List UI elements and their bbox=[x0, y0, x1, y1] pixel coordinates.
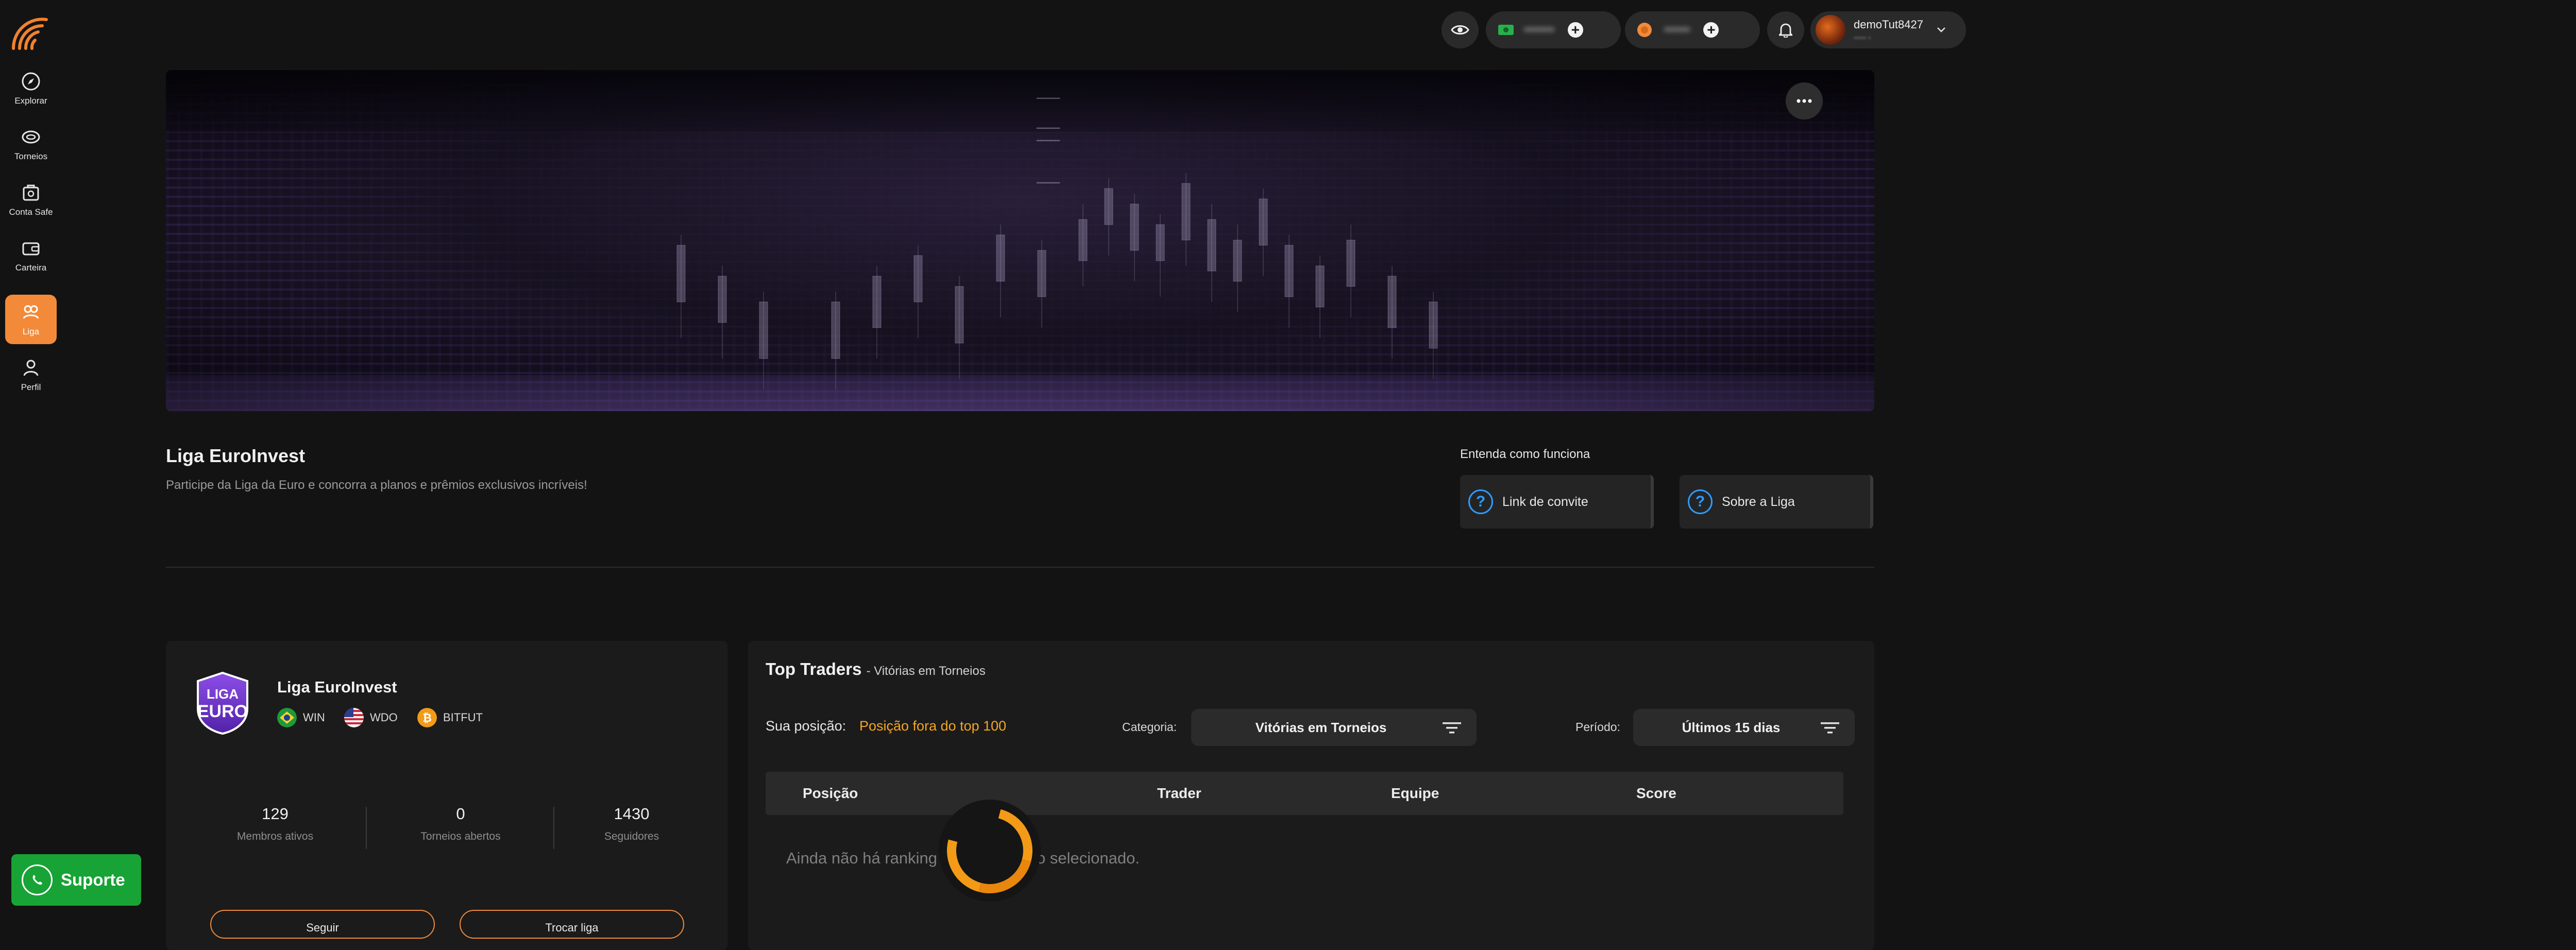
support-label: Suporte bbox=[61, 870, 125, 889]
username: demoTut8427 bbox=[1854, 18, 1923, 31]
invite-link-label: Link de convite bbox=[1502, 494, 1588, 509]
league-logo: LIGA EURO bbox=[197, 671, 248, 735]
section-divider bbox=[166, 567, 1874, 568]
stat-tournaments-value: 0 bbox=[456, 805, 465, 823]
bell-icon bbox=[1779, 23, 1792, 38]
nav-item-perfil[interactable]: Perfil bbox=[5, 350, 57, 400]
league-card-name: Liga EuroInvest bbox=[277, 678, 397, 696]
visibility-toggle-button[interactable] bbox=[1442, 11, 1479, 48]
chevron-down-icon bbox=[1937, 27, 1945, 32]
cash-icon bbox=[1498, 25, 1514, 35]
your-position-value: Posição fora do top 100 bbox=[859, 718, 1007, 734]
stat-followers-value: 1430 bbox=[614, 805, 650, 823]
stat-members-label: Membros ativos bbox=[236, 830, 314, 842]
nav-item-explorar[interactable]: Explorar bbox=[5, 64, 57, 113]
asset-label: BITFUT bbox=[443, 711, 483, 724]
stat-divider bbox=[366, 807, 367, 849]
user-menu[interactable]: demoTut8427 ••••• • bbox=[1810, 11, 1966, 48]
category-label: Categoria: bbox=[1122, 720, 1177, 734]
league-logo-top: LIGA bbox=[207, 686, 239, 702]
nav-label: Carteira bbox=[15, 263, 47, 273]
nav-label: Perfil bbox=[21, 382, 41, 392]
usa-flag-icon bbox=[344, 708, 364, 727]
ranking-table-header bbox=[766, 772, 1843, 815]
about-league-button[interactable]: ? Sobre a Liga bbox=[1680, 475, 1873, 529]
support-button[interactable]: Suporte bbox=[11, 854, 141, 906]
period-value: Últimos 15 dias bbox=[1682, 719, 1781, 735]
asset-label: WIN bbox=[303, 711, 325, 724]
page-title: Liga EuroInvest bbox=[166, 445, 306, 466]
coin-icon bbox=[1637, 23, 1652, 37]
league-banner: ━━━━━━━━━━━━━━━━━━━━ bbox=[166, 70, 1874, 411]
column-header-position[interactable]: Posição bbox=[803, 785, 858, 802]
asset-label: WDO bbox=[370, 711, 398, 724]
bitcoin-icon: ₿ bbox=[417, 708, 437, 727]
page-subtitle: Participe da Liga da Euro e concorra a p… bbox=[166, 478, 587, 492]
change-league-button[interactable]: Trocar liga bbox=[460, 910, 684, 939]
category-value: Vitórias em Torneios bbox=[1255, 719, 1387, 735]
nav-label: Torneios bbox=[14, 151, 48, 161]
question-icon: ? bbox=[1688, 489, 1713, 514]
nav-label: Conta Safe bbox=[9, 207, 53, 217]
column-header-trader[interactable]: Trader bbox=[1157, 785, 1201, 802]
safe-icon bbox=[23, 184, 39, 201]
wallet-icon bbox=[22, 242, 40, 256]
ranking-title-sub: - Vitórias em Torneios bbox=[866, 664, 986, 678]
ranking-title: Top Traders - Vitórias em Torneios bbox=[766, 659, 986, 679]
brand-logo[interactable] bbox=[9, 11, 50, 53]
nav-item-conta-safe[interactable]: Conta Safe bbox=[5, 175, 57, 225]
stat-followers-label: Seguidores bbox=[604, 830, 659, 842]
user-level: ••••• • bbox=[1854, 33, 1871, 42]
asset-wdo: WDO bbox=[344, 708, 398, 727]
column-header-team[interactable]: Equipe bbox=[1391, 785, 1439, 802]
user-icon bbox=[23, 360, 39, 376]
eye-icon bbox=[1451, 25, 1469, 35]
cash-balance-value: ••••••• bbox=[1524, 23, 1554, 37]
ranking-title-main: Top Traders bbox=[766, 659, 862, 678]
period-select[interactable]: Últimos 15 dias bbox=[1633, 709, 1855, 746]
category-select[interactable]: Vitórias em Torneios bbox=[1191, 709, 1477, 746]
nav-item-liga[interactable]: Liga bbox=[5, 295, 57, 344]
asset-win: WIN bbox=[277, 708, 325, 727]
brazil-flag-icon bbox=[277, 708, 297, 727]
whatsapp-icon bbox=[22, 864, 53, 895]
league-icon bbox=[23, 305, 39, 319]
sidebar: Explorar Torneios Conta Safe Carteira Li… bbox=[0, 0, 62, 927]
svg-text:₿: ₿ bbox=[422, 711, 432, 724]
how-it-works-title: Entenda como funciona bbox=[1460, 447, 1590, 461]
filter-icon bbox=[1443, 722, 1461, 734]
column-header-score[interactable]: Score bbox=[1636, 785, 1676, 802]
add-cash-button[interactable]: + bbox=[1567, 22, 1583, 38]
nav-item-torneios[interactable]: Torneios bbox=[5, 120, 57, 169]
add-coins-button[interactable]: + bbox=[1703, 22, 1719, 38]
nav-label: Explorar bbox=[14, 96, 47, 106]
avatar bbox=[1816, 15, 1845, 45]
stat-members-value: 129 bbox=[262, 805, 289, 823]
nav-label: Liga bbox=[22, 327, 40, 336]
coin-balance-value: •••••• bbox=[1664, 23, 1690, 37]
stadium-icon bbox=[22, 130, 40, 144]
stat-divider bbox=[553, 807, 554, 849]
more-horizontal-icon bbox=[1797, 99, 1812, 103]
league-logo-bottom: EURO bbox=[197, 702, 248, 721]
follow-button[interactable]: Seguir bbox=[210, 910, 435, 939]
stat-tournaments-label: Torneios abertos bbox=[420, 830, 501, 842]
question-icon: ? bbox=[1468, 489, 1493, 514]
banner-options-button[interactable] bbox=[1786, 82, 1823, 120]
coin-balance-pill: •••••• + bbox=[1625, 11, 1760, 48]
compass-icon bbox=[22, 72, 40, 91]
notifications-button[interactable] bbox=[1767, 11, 1804, 48]
nav-item-carteira[interactable]: Carteira bbox=[5, 231, 57, 280]
filter-icon bbox=[1821, 722, 1839, 734]
asset-bitfut: ₿ BITFUT bbox=[417, 708, 483, 727]
period-label: Período: bbox=[1575, 720, 1620, 734]
invite-link-button[interactable]: ? Link de convite bbox=[1460, 475, 1654, 529]
about-league-label: Sobre a Liga bbox=[1722, 494, 1795, 509]
your-position-label: Sua posição: bbox=[766, 718, 846, 734]
cash-balance-pill: ••••••• + bbox=[1486, 11, 1621, 48]
